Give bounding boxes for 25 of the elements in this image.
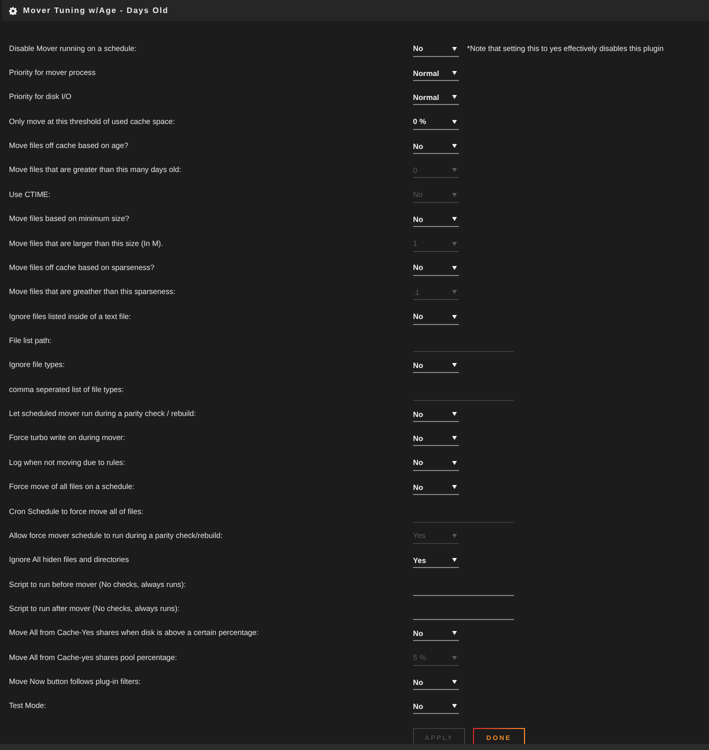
caret-icon <box>452 680 457 684</box>
caret-icon <box>452 631 457 636</box>
caret-icon <box>452 46 457 51</box>
caret-icon <box>452 290 457 294</box>
caret-icon <box>452 168 457 172</box>
gear-icon <box>9 6 17 14</box>
caret-icon <box>452 485 457 490</box>
caret-icon <box>452 314 457 319</box>
caret-icon <box>452 144 457 148</box>
caret-icon <box>452 534 457 538</box>
caret-icon <box>452 217 457 222</box>
caret-icon <box>452 120 457 124</box>
caret-icon <box>452 460 457 465</box>
caret-icon <box>452 192 457 197</box>
caret-icon <box>452 363 457 368</box>
caret-icon <box>452 95 457 100</box>
caret-icon <box>452 558 457 562</box>
panel-title: Mover Tuning w/Age - Days Old <box>23 6 169 15</box>
caret-icon <box>452 656 457 660</box>
caret-icon <box>452 266 457 270</box>
caret-icon <box>452 412 457 416</box>
caret-icon <box>452 704 457 708</box>
caret-icon <box>452 71 457 76</box>
caret-icon <box>452 436 457 440</box>
caret-icon <box>452 242 457 246</box>
